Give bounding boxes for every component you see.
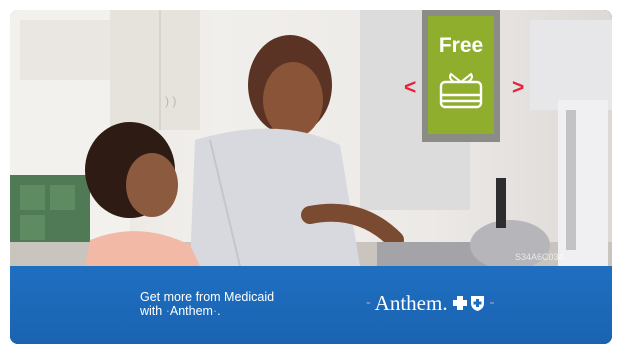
logo-wordmark: Anthem. [374,290,448,315]
badge-panel: Free [428,16,494,134]
svg-text:) ): ) ) [165,94,176,108]
tagline-prefix: with [140,304,166,318]
tagline-brand: Anthem [169,304,213,318]
gift-card-icon [439,72,483,109]
logo-right-dash: - [489,295,495,310]
tagline-line-2: with ·Anthem·. [140,304,340,318]
svg-text:S34A6C034: S34A6C034 [515,252,564,262]
anthem-logo[interactable]: - Anthem. - [366,288,494,318]
footer-banner: Get more from Medicaid with ·Anthem·. - … [10,266,612,344]
cooking-scene-illustration: ) ) S34A6C034 [10,10,612,266]
tagline-line-1: Get more from Medicaid [140,290,275,304]
prev-arrow[interactable]: < [404,77,416,98]
hero-photo: ) ) S34A6C034 Free < > [10,10,612,266]
logo-left-dash: - [366,295,371,310]
blue-cross-blue-shield-icon [452,296,484,311]
badge-label: Free [438,34,484,57]
ad-card[interactable]: ) ) S34A6C034 Free < > Get more from Med… [10,10,612,344]
free-offer-badge[interactable]: Free [422,10,500,142]
tagline: Get more from Medicaid with ·Anthem·. [140,290,340,318]
tagline-suffix: . [217,304,221,318]
next-arrow[interactable]: > [512,77,524,98]
